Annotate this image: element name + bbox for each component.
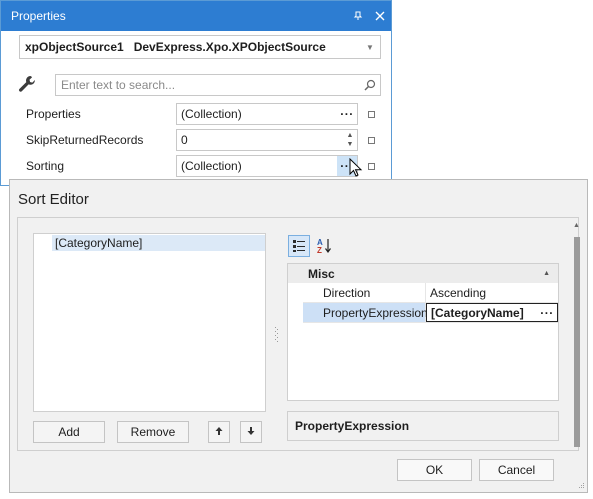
chevron-down-icon[interactable]: ▼ <box>360 43 380 52</box>
property-value-field[interactable]: 0 ▲ ▼ <box>176 129 358 151</box>
category-header[interactable]: Misc ▲ <box>288 264 558 283</box>
category-label: Misc <box>308 266 335 281</box>
cancel-button[interactable]: Cancel <box>479 459 554 481</box>
grid-row-name: Direction <box>303 283 426 302</box>
properties-title-bar[interactable]: Properties <box>1 1 391 31</box>
grid-row-value[interactable]: Ascending <box>426 283 558 302</box>
description-panel: PropertyExpression <box>287 411 559 441</box>
search-icon[interactable] <box>360 75 380 95</box>
collapse-icon[interactable]: ▲ <box>543 270 550 277</box>
svg-text:Z: Z <box>317 246 322 255</box>
properties-title: Properties <box>11 9 66 23</box>
pin-icon[interactable] <box>347 1 369 31</box>
description-title: PropertyExpression <box>295 419 410 433</box>
property-value: (Collection) <box>181 107 242 121</box>
properties-window: Properties xpObjectSource1 DevExpress.Xp… <box>0 0 392 186</box>
grid-row-propertyexpression[interactable]: PropertyExpression [CategoryName] ··· <box>303 303 558 323</box>
dialog-resize-grip[interactable] <box>577 480 585 494</box>
sort-alphabetical-icon[interactable]: AZ <box>314 235 336 257</box>
grid-row-direction[interactable]: Direction Ascending <box>303 283 558 303</box>
sort-items-list[interactable]: [CategoryName] <box>33 233 266 412</box>
search-input[interactable]: Enter text to search... <box>55 74 381 96</box>
ellipsis-button[interactable]: ··· <box>537 306 557 320</box>
property-row-skipreturnedrecords[interactable]: SkipReturnedRecords 0 ▲ ▼ <box>19 127 387 153</box>
property-value-field[interactable]: (Collection) ··· <box>176 155 358 177</box>
property-row-properties[interactable]: Properties (Collection) ··· <box>19 101 387 127</box>
scroll-up-icon[interactable]: ▲ <box>573 222 580 229</box>
grid-row-value-text: [CategoryName] <box>431 305 524 320</box>
editor-panel: [CategoryName] Add Remove AZ Misc ▲ Dire… <box>17 217 580 451</box>
vertical-scrollbar[interactable]: ▲ <box>572 219 580 451</box>
scrollbar-thumb[interactable] <box>574 237 580 447</box>
mouse-cursor-icon <box>349 157 363 181</box>
arrow-down-icon <box>246 425 256 439</box>
property-grid: Misc ▲ Direction Ascending PropertyExpre… <box>287 263 559 401</box>
object-selector-value: xpObjectSource1 DevExpress.Xpo.XPObjectS… <box>25 40 326 54</box>
categorized-icon[interactable] <box>288 235 310 257</box>
object-selector[interactable]: xpObjectSource1 DevExpress.Xpo.XPObjectS… <box>19 35 381 59</box>
move-down-button[interactable] <box>240 421 262 443</box>
search-placeholder: Enter text to search... <box>61 78 176 92</box>
wrench-icon[interactable] <box>16 73 38 95</box>
sort-editor-dialog: Sort Editor [CategoryName] Add Remove AZ <box>9 179 588 493</box>
property-row-sorting[interactable]: Sorting (Collection) ··· <box>19 153 387 179</box>
dialog-title: Sort Editor <box>18 191 89 208</box>
property-value: 0 <box>181 133 188 147</box>
list-item[interactable]: [CategoryName] <box>52 235 265 251</box>
property-value-field[interactable]: (Collection) ··· <box>176 103 358 125</box>
splitter-grip[interactable] <box>275 326 279 344</box>
property-marker[interactable] <box>368 162 375 170</box>
add-button[interactable]: Add <box>33 421 105 443</box>
property-name: Properties <box>26 107 81 121</box>
property-name: SkipReturnedRecords <box>26 133 144 147</box>
grid-row-value-editor[interactable]: [CategoryName] ··· <box>426 303 558 322</box>
ok-button[interactable]: OK <box>397 459 472 481</box>
spin-up-icon[interactable]: ▲ <box>347 131 354 140</box>
property-marker[interactable] <box>368 136 375 144</box>
property-marker[interactable] <box>368 110 375 118</box>
property-name: Sorting <box>26 159 65 173</box>
spin-buttons[interactable]: ▲ ▼ <box>343 130 357 150</box>
move-up-button[interactable] <box>208 421 230 443</box>
remove-button[interactable]: Remove <box>117 421 189 443</box>
close-icon[interactable] <box>369 1 391 31</box>
grid-row-name: PropertyExpression <box>303 303 428 322</box>
property-value: (Collection) <box>181 159 242 173</box>
grid-row-value-text: Ascending <box>430 285 487 300</box>
spin-down-icon[interactable]: ▼ <box>347 140 354 149</box>
arrow-up-icon <box>214 425 224 439</box>
ellipsis-button[interactable]: ··· <box>337 104 357 124</box>
